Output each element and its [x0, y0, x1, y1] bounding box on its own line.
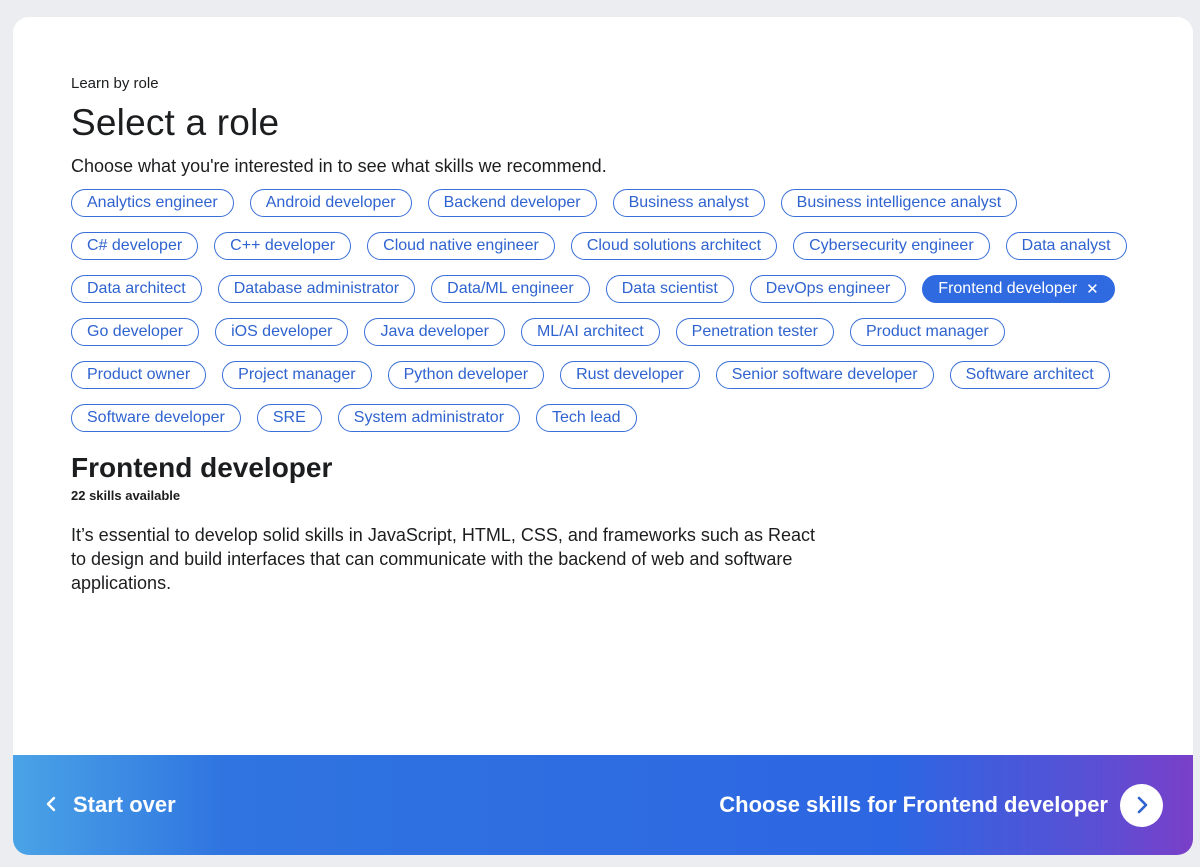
skills-count: 22 skills available — [71, 488, 181, 503]
role-chip[interactable]: Java developer — [364, 318, 505, 346]
chevron-left-icon — [45, 792, 57, 818]
role-chip-label: Java developer — [380, 323, 489, 340]
role-chip-label: Go developer — [87, 323, 184, 340]
role-chip-label: Cloud native engineer — [383, 237, 539, 254]
role-chip-label: Tech lead — [552, 409, 621, 426]
role-chip[interactable]: iOS developer — [215, 318, 349, 346]
role-chip-label: Rust developer — [576, 366, 684, 383]
role-chip-label: C# developer — [87, 237, 183, 254]
role-chip[interactable]: Product manager — [849, 318, 1005, 346]
choose-skills-button[interactable]: Choose skills for Frontend developer — [719, 783, 1163, 827]
role-chip-label: Business analyst — [628, 194, 749, 211]
footer-bar: Start over Choose skills for Frontend de… — [13, 755, 1193, 855]
role-chip[interactable]: Go developer — [71, 318, 200, 346]
role-chip[interactable]: Cybersecurity engineer — [793, 232, 990, 260]
role-chip[interactable]: Data analyst — [1005, 232, 1127, 260]
role-chip[interactable]: Backend developer — [427, 189, 597, 217]
role-selector-card: Learn by role Select a role Choose what … — [13, 17, 1193, 855]
role-chip[interactable]: Data scientist — [605, 275, 734, 303]
role-chip-label: Data scientist — [621, 280, 718, 297]
role-chip-label: Data/ML engineer — [447, 280, 574, 297]
role-chip-label: Python developer — [403, 366, 529, 383]
role-chip[interactable]: C# developer — [71, 232, 199, 260]
role-chip-label: Product owner — [87, 366, 191, 383]
role-chip[interactable]: Product owner — [71, 361, 207, 389]
role-chip[interactable]: Project manager — [222, 361, 372, 389]
role-chip-label: Cloud solutions architect — [586, 237, 762, 254]
role-chip-label: Analytics engineer — [87, 194, 218, 211]
role-chip[interactable]: Senior software developer — [715, 361, 934, 389]
role-description: It’s essential to develop solid skills i… — [71, 525, 815, 593]
role-chip-label: Project manager — [238, 366, 356, 383]
close-icon[interactable]: ✕ — [1086, 282, 1099, 297]
main-content: Learn by role Select a role Choose what … — [71, 75, 1151, 595]
role-chip[interactable]: SRE — [256, 404, 322, 432]
role-chip[interactable]: ML/AI architect — [520, 318, 660, 346]
role-chip-label: Cybersecurity engineer — [809, 237, 974, 254]
role-chip-label: Data architect — [87, 280, 186, 297]
role-chip-label: Frontend developer — [938, 280, 1078, 297]
role-chip-label: ML/AI architect — [536, 323, 644, 340]
role-chip-label: SRE — [272, 409, 306, 426]
selected-role-title: Frontend developer — [71, 452, 333, 483]
choose-skills-label: Choose skills for Frontend developer — [719, 792, 1108, 817]
role-chip-label: Business intelligence analyst — [796, 194, 1002, 211]
role-chip-label: Backend developer — [443, 194, 581, 211]
role-chip-list: Analytics engineer Android developer Backe… — [71, 189, 1151, 447]
role-chip[interactable]: C++ developer — [214, 232, 352, 260]
role-chip-label: Software architect — [965, 366, 1094, 383]
role-chip-label: C++ developer — [230, 237, 336, 254]
role-chip[interactable]: Rust developer — [560, 361, 700, 389]
role-chip[interactable]: System administrator — [337, 404, 521, 432]
eyebrow-label: Learn by role — [71, 75, 159, 92]
role-chip-label: Database administrator — [233, 280, 400, 297]
role-chip-label: iOS developer — [231, 323, 333, 340]
page-subtitle: Choose what you're interested in to see … — [71, 156, 607, 176]
role-chip-label: System administrator — [353, 409, 505, 426]
role-chip-label: Android developer — [265, 194, 396, 211]
role-chip[interactable]: DevOps engineer — [749, 275, 907, 303]
role-chip[interactable]: Software developer — [71, 404, 241, 432]
role-chip-label: DevOps engineer — [765, 280, 891, 297]
start-over-label: Start over — [73, 792, 176, 817]
role-chip[interactable]: Analytics engineer — [71, 189, 234, 217]
role-chip[interactable]: Penetration tester — [675, 318, 834, 346]
role-chip[interactable]: Software architect — [949, 361, 1110, 389]
role-chip[interactable]: Frontend developer ✕ — [922, 275, 1115, 303]
role-chip[interactable]: Data architect — [71, 275, 202, 303]
chevron-right-icon[interactable] — [1120, 783, 1163, 827]
role-chip[interactable]: Cloud solutions architect — [570, 232, 778, 260]
page-title: Select a role — [71, 102, 280, 143]
role-chip-label: Penetration tester — [691, 323, 818, 340]
role-chip[interactable]: Android developer — [249, 189, 412, 217]
role-chip[interactable]: Tech lead — [536, 404, 637, 432]
start-over-button[interactable]: Start over — [45, 792, 176, 818]
role-chip-label: Software developer — [87, 409, 225, 426]
role-chip[interactable]: Business intelligence analyst — [780, 189, 1018, 217]
role-chip-label: Senior software developer — [731, 366, 918, 383]
role-chip[interactable]: Data/ML engineer — [431, 275, 590, 303]
role-chip[interactable]: Cloud native engineer — [367, 232, 555, 260]
role-chip-label: Data analyst — [1021, 237, 1111, 254]
role-chip[interactable]: Database administrator — [217, 275, 416, 303]
role-chip[interactable]: Business analyst — [612, 189, 765, 217]
role-chip[interactable]: Python developer — [387, 361, 545, 389]
role-chip-label: Product manager — [865, 323, 989, 340]
